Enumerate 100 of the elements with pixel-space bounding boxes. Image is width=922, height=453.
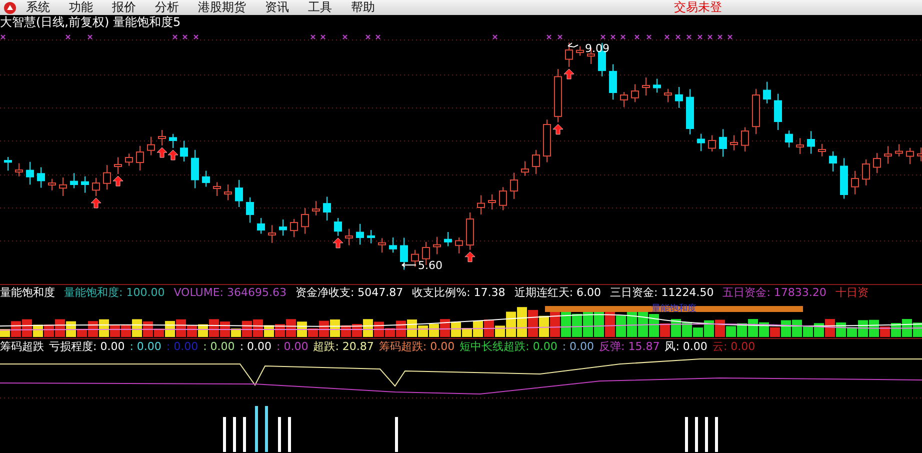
candlestick [708,134,716,152]
candlestick [345,228,353,246]
indicator-reading: 五日资金: 17833.20 [722,286,826,300]
indicator-reading: 亏损程度: 0.00 [49,340,125,354]
candlestick [92,177,100,196]
saturation-bar-label: 量能饱和度 [652,304,696,314]
candlestick [675,86,683,108]
candlestick [565,42,573,68]
candlestick [191,149,199,189]
leader-line [568,42,578,48]
price-low-label: 5.60 [418,260,442,272]
menu-item[interactable]: 功能 [69,0,93,15]
menu-item[interactable]: 帮助 [351,0,375,15]
indicator-reading: 近期连红天: 6.00 [514,286,602,300]
indicator-reading: 超跌: 20.87 [313,340,374,354]
candlestick [213,182,221,197]
candlestick [334,217,342,236]
candlestick [554,68,562,123]
candlestick [290,218,298,238]
login-status: 交易未登 [674,0,722,16]
candlestick [312,200,320,216]
indicator-reading: 量能饱和度: 100.00 [64,286,165,300]
candlestick [829,150,837,172]
candlestick [763,81,771,104]
indicator-reading: : 0.00 [130,340,162,354]
candlestick [543,119,551,163]
candlestick [70,172,78,189]
up-arrow-icon [564,68,574,80]
candlestick [444,231,452,247]
logo-icon [4,2,16,14]
candlestick [114,156,122,175]
candlestick [818,143,826,157]
up-arrow-icon [112,176,124,186]
candlestick [477,194,485,215]
menu-item[interactable]: 港股期货 [198,0,246,15]
up-arrow-icon [156,147,168,158]
candlestick [488,194,496,210]
up-arrow-icon [90,198,102,208]
candlestick [125,153,133,166]
up-arrow-icon [464,252,476,262]
candlestick [752,88,760,135]
menu-item[interactable]: 工具 [308,0,332,15]
candlestick [807,130,815,154]
candlestick [257,217,265,234]
menu-item[interactable]: 分析 [155,0,179,15]
candlestick [686,88,694,135]
candlestick [642,77,650,96]
candlestick [840,158,848,200]
indicator-reading: 收支比例%: 17.38 [412,286,506,300]
up-arrow-icon [332,238,344,248]
candlestick [81,176,89,194]
indicator-reading: 云: 0.00 [712,340,756,354]
candlestick [862,158,870,186]
candlestick [653,78,661,94]
indicator-reading: 量能饱和度 [0,286,55,300]
candlestick [510,172,518,200]
candlestick [4,156,12,172]
candlestick [378,238,386,254]
candlestick [455,237,463,254]
indicator-reading: 短中长线超跌: 0.00 [460,340,558,354]
candlestick [268,224,276,244]
candlestick [576,46,584,56]
candlestick [323,196,331,221]
indicator-reading: 筹码超跌: 0.00 [378,340,455,354]
up-arrow-icon [168,150,178,160]
candlestick [774,93,782,130]
menu-item[interactable]: 报价 [112,0,136,15]
indicator-reading: 资金净收支: 5047.87 [295,286,404,300]
chart-title: 大智慧(日线,前复权) 量能饱和度5 [0,15,181,30]
candlestick [180,140,188,162]
candlestick [147,136,155,156]
candlestick [609,64,617,100]
candlestick [202,170,210,188]
candlestick [356,223,364,246]
candlestick [664,88,672,103]
candlestick [48,178,56,191]
candlestick [169,133,177,148]
indicator-reading: : 0.00 [203,340,235,354]
candlestick [246,196,254,224]
candlestick [884,146,892,164]
candlestick [158,129,166,146]
candlestick [532,149,540,175]
candlestick [719,128,727,158]
candlestick [730,134,738,151]
menu-item[interactable]: 资讯 [265,0,289,15]
candlestick [136,145,144,171]
menu-item[interactable]: 系统 [26,0,50,15]
candlestick [367,230,375,244]
candlestick [389,237,397,254]
candlestick [400,237,408,270]
indicator-reading: 反弹: 15.87 [599,340,660,354]
indicator-reading: : 0.00 [276,340,308,354]
candlestick [785,130,793,148]
candlestick [741,126,749,152]
leader-line [402,262,416,268]
candlestick [235,179,243,208]
candlestick [224,184,232,201]
candlestick [59,176,67,196]
candlestick [873,152,881,174]
candlestick [301,208,309,234]
